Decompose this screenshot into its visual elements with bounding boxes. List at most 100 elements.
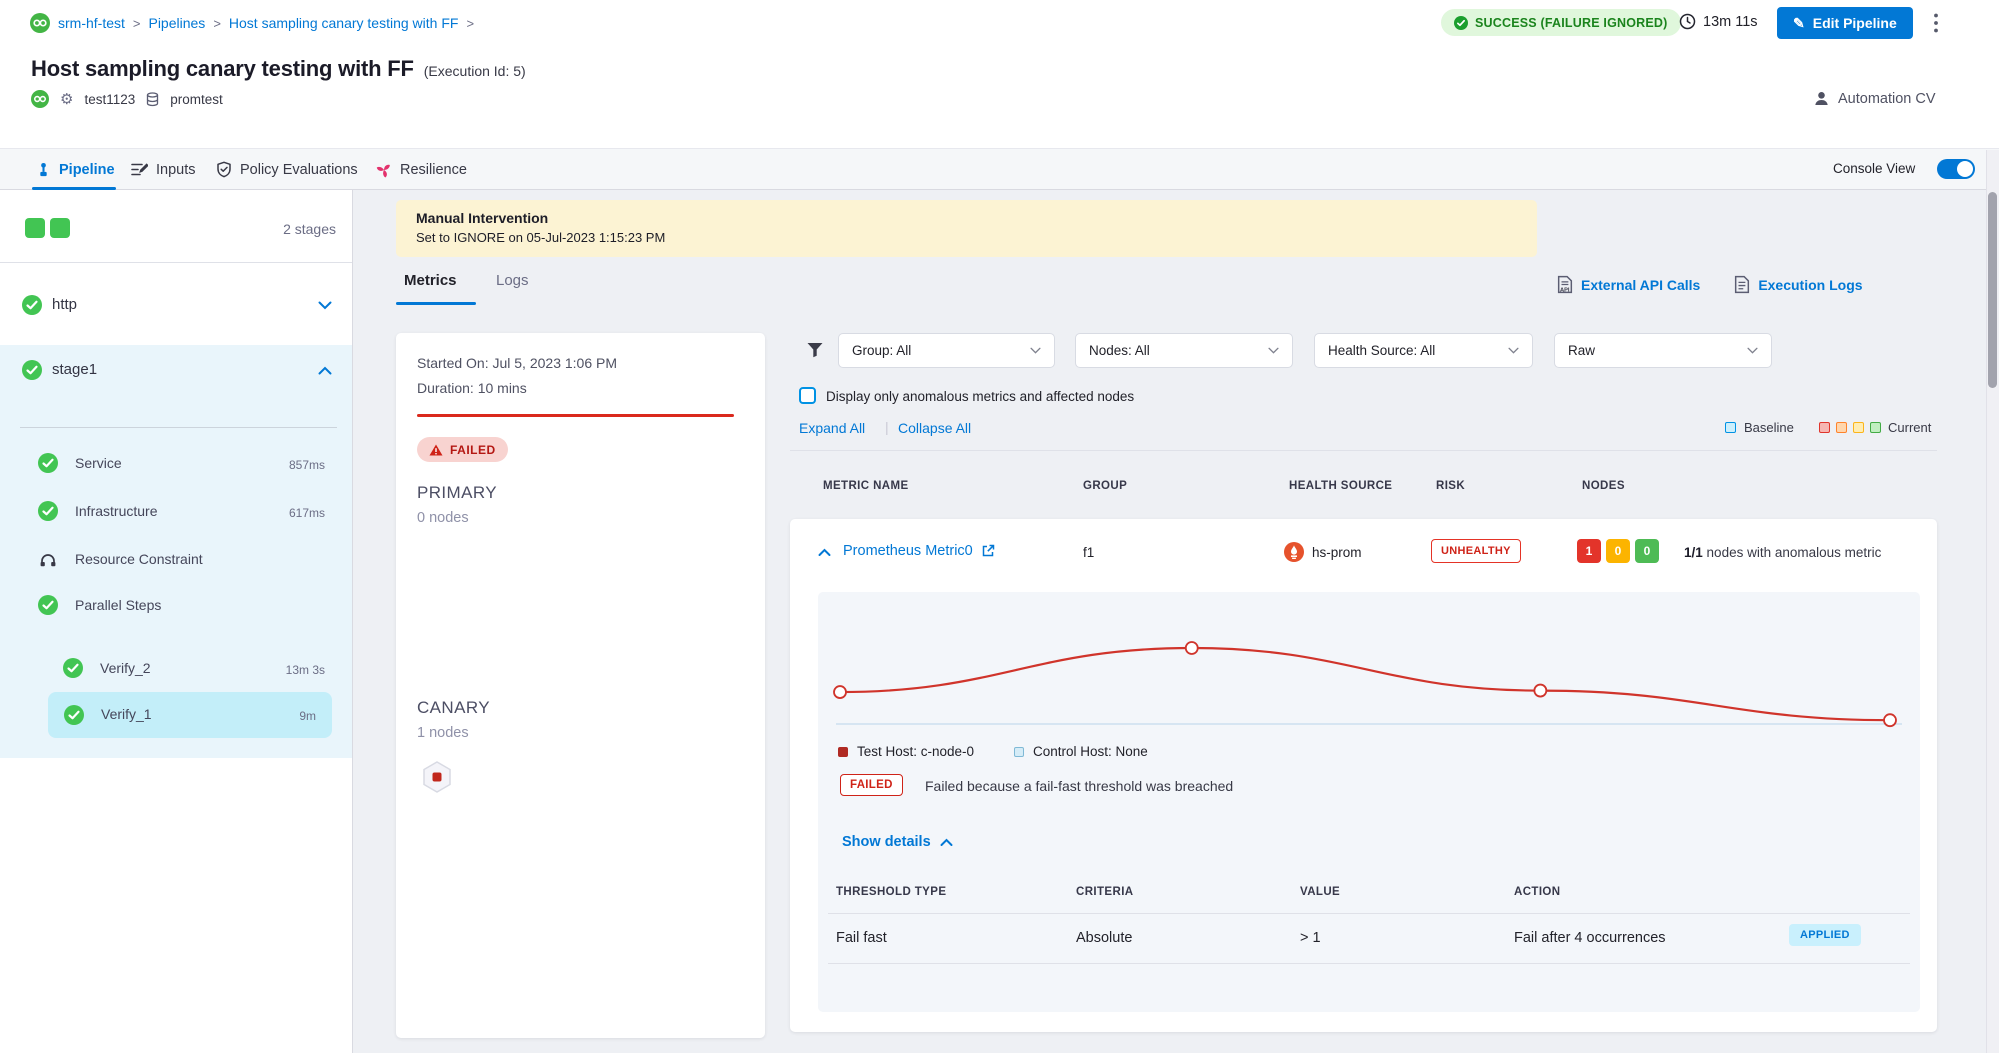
step-label: Service xyxy=(75,455,122,471)
sidebar-stage1-section: stage1 Service 857ms Infrastructure 617m… xyxy=(0,345,352,758)
sidebar-step-infrastructure[interactable]: Infrastructure 617ms xyxy=(0,497,352,525)
check-circle-icon xyxy=(1454,16,1468,30)
elapsed-time: 13m 11s xyxy=(1679,13,1758,30)
check-circle-icon xyxy=(22,295,42,315)
verification-status-label: FAILED xyxy=(450,443,496,457)
sidebar-step-parallel-steps[interactable]: Parallel Steps xyxy=(0,591,352,619)
legend-baseline-swatch xyxy=(1725,422,1736,433)
stage-status-square[interactable] xyxy=(50,218,70,238)
node-risk-badges: 1 0 0 xyxy=(1577,539,1659,563)
nodes-filter-dropdown[interactable]: Nodes: All xyxy=(1075,333,1293,368)
chevron-down-icon xyxy=(1268,347,1279,354)
tab-pipeline[interactable]: Pipeline xyxy=(36,149,115,190)
stage-name: http xyxy=(52,296,77,313)
breadcrumb-project[interactable]: srm-hf-test xyxy=(58,15,125,31)
kebab-menu-icon[interactable] xyxy=(1934,13,1938,38)
stage-status-square[interactable] xyxy=(25,218,45,238)
tab-policy-evaluations[interactable]: Policy Evaluations xyxy=(216,149,358,190)
logs-document-icon xyxy=(1734,275,1750,294)
tab-policy-evaluations-label: Policy Evaluations xyxy=(240,162,358,178)
nodes-filter-value: Nodes: All xyxy=(1089,343,1150,358)
status-badge: SUCCESS (FAILURE IGNORED) xyxy=(1441,9,1681,36)
scrollbar-thumb[interactable] xyxy=(1988,192,1997,388)
tab-resilience-label: Resilience xyxy=(400,162,467,178)
col-header-health-source: HEALTH SOURCE xyxy=(1289,480,1392,492)
stage-count: 2 stages xyxy=(283,221,336,237)
canary-label: CANARY xyxy=(417,698,490,718)
external-api-calls-link[interactable]: API External API Calls xyxy=(1557,275,1700,294)
anomalous-only-checkbox[interactable] xyxy=(799,387,816,404)
resource-constraint-icon xyxy=(39,552,57,568)
health-source-filter-dropdown[interactable]: Health Source: All xyxy=(1314,333,1533,368)
status-badge-label: SUCCESS (FAILURE IGNORED) xyxy=(1475,16,1668,30)
step-duration: 617ms xyxy=(289,506,325,520)
external-link-icon[interactable] xyxy=(981,544,995,558)
metric-health-source-value: hs-prom xyxy=(1312,545,1362,560)
check-circle-icon xyxy=(64,705,84,725)
expand-all-link[interactable]: Expand All xyxy=(799,420,865,436)
view-mode-dropdown[interactable]: Raw xyxy=(1554,333,1772,368)
verification-summary-card: Started On: Jul 5, 2023 1:06 PM Duration… xyxy=(396,333,765,1038)
execution-logs-link[interactable]: Execution Logs xyxy=(1734,275,1862,294)
analysis-status-message: Failed because a fail-fast threshold was… xyxy=(925,778,1233,794)
elapsed-time-value: 13m 11s xyxy=(1703,14,1758,30)
nodes-summary-text: nodes with anomalous metric xyxy=(1707,545,1882,560)
step-label: Parallel Steps xyxy=(75,597,161,613)
check-circle-icon xyxy=(38,595,58,615)
tab-resilience[interactable]: Resilience xyxy=(376,149,467,190)
sidebar-step-resource-constraint[interactable]: Resource Constraint xyxy=(0,545,352,573)
chart-legend-test-host: Test Host: c-node-0 xyxy=(838,744,974,759)
risk-badge: UNHEALTHY xyxy=(1431,539,1521,563)
execution-id: (Execution Id: 5) xyxy=(424,63,526,79)
breadcrumb-separator: > xyxy=(466,16,474,31)
sidebar-stage-http[interactable]: http xyxy=(0,282,352,328)
criteria-cell: Absolute xyxy=(1076,930,1132,946)
collapse-all-link[interactable]: Collapse All xyxy=(898,420,971,436)
svg-text:API: API xyxy=(1560,287,1570,293)
metric-name-link[interactable]: Prometheus Metric0 xyxy=(843,543,973,559)
divider xyxy=(20,427,337,428)
divider xyxy=(828,913,1910,914)
col-header-threshold-type: THRESHOLD TYPE xyxy=(836,886,946,898)
filter-funnel-icon[interactable] xyxy=(806,341,824,359)
breadcrumb: srm-hf-test > Pipelines > Host sampling … xyxy=(30,13,474,33)
edit-pipeline-button[interactable]: ✎ Edit Pipeline xyxy=(1777,7,1913,39)
separator: | xyxy=(885,419,889,435)
canary-node-hexagon[interactable] xyxy=(422,761,452,793)
sidebar-step-verify2[interactable]: Verify_2 13m 3s xyxy=(0,654,352,682)
chevron-down-icon xyxy=(1508,347,1519,354)
test-host-label: Test Host: c-node-0 xyxy=(857,744,974,759)
legend-baseline-label: Baseline xyxy=(1744,420,1794,435)
health-source-name[interactable]: promtest xyxy=(170,92,223,107)
stage-name: stage1 xyxy=(52,361,97,378)
control-host-swatch xyxy=(1014,747,1024,757)
col-header-group: GROUP xyxy=(1083,480,1127,492)
sidebar-step-service[interactable]: Service 857ms xyxy=(0,449,352,477)
metric-timeseries-chart[interactable] xyxy=(826,596,1912,738)
anomalous-only-label: Display only anomalous metrics and affec… xyxy=(826,389,1134,404)
manual-intervention-banner: Manual Intervention Set to IGNORE on 05-… xyxy=(396,200,1537,257)
console-view-toggle[interactable] xyxy=(1937,159,1975,179)
breadcrumb-pipelines[interactable]: Pipelines xyxy=(148,15,205,31)
app-root: srm-hf-test > Pipelines > Host sampling … xyxy=(0,0,1999,1053)
node-badge-amber: 0 xyxy=(1606,539,1630,563)
sidebar-step-verify1-selected[interactable]: Verify_1 9m xyxy=(48,692,332,738)
check-circle-icon xyxy=(63,658,83,678)
show-details-toggle[interactable]: Show details xyxy=(842,834,953,850)
resilience-icon xyxy=(376,162,392,178)
control-host-label: Control Host: None xyxy=(1033,744,1148,759)
step-label: Verify_2 xyxy=(100,660,151,676)
group-filter-dropdown[interactable]: Group: All xyxy=(838,333,1055,368)
chevron-down-icon xyxy=(1030,347,1041,354)
breadcrumb-pipeline-name[interactable]: Host sampling canary testing with FF xyxy=(229,15,459,31)
sidebar-stage-stage1[interactable]: stage1 xyxy=(0,353,352,399)
tab-pipeline-label: Pipeline xyxy=(59,162,115,178)
tab-metrics[interactable]: Metrics xyxy=(404,272,457,289)
breadcrumb-separator: > xyxy=(133,16,141,31)
check-circle-icon xyxy=(38,453,58,473)
tab-logs[interactable]: Logs xyxy=(496,272,529,289)
active-tab-underline xyxy=(396,302,476,305)
collapse-row-chevron-up-icon[interactable] xyxy=(818,548,831,557)
service-name[interactable]: test1123 xyxy=(84,92,135,107)
tab-inputs[interactable]: Inputs xyxy=(131,149,196,190)
